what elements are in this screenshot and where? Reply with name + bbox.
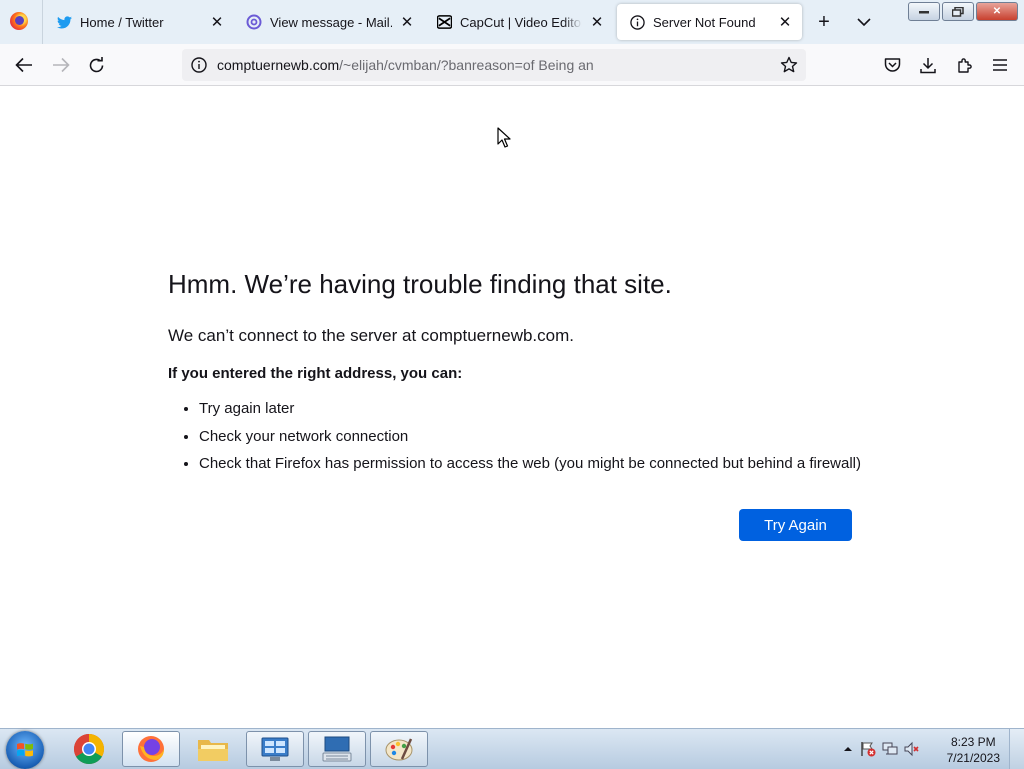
address-bar[interactable]: comptuernewb.com/~elijah/cvmban/?banreas… [182, 49, 806, 81]
tab-server-not-found[interactable]: Server Not Found ✕ [617, 4, 802, 40]
url-path: /~elijah/cvmban/?banreason=of Being an [339, 57, 594, 73]
tab-title: View message - Mail.tm [270, 14, 392, 30]
file-explorer-icon [198, 740, 228, 761]
window-controls: ✕ [908, 2, 1018, 21]
hamburger-menu-icon[interactable] [988, 53, 1012, 77]
pocket-icon[interactable] [880, 53, 904, 77]
mouse-cursor-icon [497, 127, 511, 148]
tab-title: Home / Twitter [80, 14, 164, 30]
windows-logo-icon [17, 743, 33, 757]
tab-capcut[interactable]: CapCut | Video Editor | All-In-One ✕ [424, 4, 614, 40]
tab-separator [42, 0, 43, 44]
tab-title: CapCut | Video Editor | All-In-One [460, 14, 582, 30]
reload-icon[interactable] [84, 53, 108, 77]
firefox-icon [138, 736, 164, 762]
url-text[interactable]: comptuernewb.com/~elijah/cvmban/?banreas… [217, 57, 594, 73]
system-clock[interactable]: 8:23 PM 7/21/2023 [947, 734, 1000, 766]
minimize-icon[interactable] [908, 2, 940, 21]
clock-time: 8:23 PM [950, 735, 996, 749]
close-tab-icon[interactable]: ✕ [208, 13, 226, 31]
suggestion-list: Try again later Check your network conne… [168, 398, 861, 481]
taskbar-chrome[interactable] [60, 731, 118, 767]
forward-icon[interactable] [49, 53, 73, 77]
action-center-flag-icon[interactable] [860, 741, 876, 757]
list-all-tabs-icon[interactable] [852, 10, 876, 34]
capcut-icon [436, 14, 452, 30]
close-tab-icon[interactable]: ✕ [776, 13, 794, 31]
system-tray: 8:23 PM 7/21/2023 [834, 729, 1024, 769]
taskbar: 8:23 PM 7/21/2023 [0, 728, 1024, 769]
twitter-icon [56, 14, 72, 30]
error-page: Hmm. We’re having trouble finding that s… [0, 86, 1024, 728]
error-description: We can’t connect to the server at comptu… [168, 326, 574, 345]
taskbar-file-explorer[interactable] [184, 731, 242, 767]
chrome-icon [73, 734, 105, 765]
tab-title: Server Not Found [653, 14, 756, 30]
show-hidden-icons-icon[interactable] [840, 741, 856, 757]
start-button[interactable] [6, 731, 44, 769]
new-tab-icon[interactable]: + [812, 10, 836, 34]
restore-icon[interactable] [942, 2, 974, 21]
error-title: Hmm. We’re having trouble finding that s… [168, 269, 672, 299]
mailtm-icon [246, 14, 262, 30]
clock-date: 7/21/2023 [946, 751, 1000, 765]
close-tab-icon[interactable]: ✕ [588, 13, 606, 31]
try-again-button[interactable]: Try Again [739, 509, 852, 541]
tab-strip: Home / Twitter ✕ View message - Mail.tm … [0, 0, 1024, 44]
tab-mailtm[interactable]: View message - Mail.tm ✕ [234, 4, 424, 40]
suggestion-item: Try again later [199, 398, 861, 426]
taskbar-keyboard[interactable] [308, 731, 366, 767]
taskbar-control-panel[interactable] [246, 731, 304, 767]
network-icon[interactable] [882, 741, 898, 757]
taskbar-firefox[interactable] [122, 731, 180, 767]
paint-icon [385, 738, 413, 761]
tab-twitter[interactable]: Home / Twitter ✕ [44, 4, 234, 40]
downloads-icon[interactable] [916, 53, 940, 77]
extensions-icon[interactable] [952, 53, 976, 77]
info-icon [629, 14, 645, 30]
suggestion-item: Check your network connection [199, 426, 861, 454]
taskbar-paint[interactable] [370, 731, 428, 767]
close-tab-icon[interactable]: ✕ [398, 13, 416, 31]
url-host: comptuernewb.com [217, 57, 340, 73]
control-panel-icon [261, 737, 289, 761]
suggestion-item: Check that Firefox has permission to acc… [199, 453, 861, 481]
volume-muted-icon[interactable] [904, 741, 920, 757]
show-desktop-button[interactable] [1009, 729, 1024, 769]
close-window-icon[interactable]: ✕ [976, 2, 1018, 21]
back-icon[interactable] [12, 53, 36, 77]
keyboard-icon [322, 736, 352, 762]
site-info-icon[interactable] [191, 57, 207, 73]
error-subtitle: If you entered the right address, you ca… [168, 365, 463, 382]
bookmark-star-icon[interactable] [780, 56, 798, 74]
navigation-toolbar: comptuernewb.com/~elijah/cvmban/?banreas… [0, 44, 1024, 86]
firefox-menu-icon[interactable] [10, 12, 28, 30]
